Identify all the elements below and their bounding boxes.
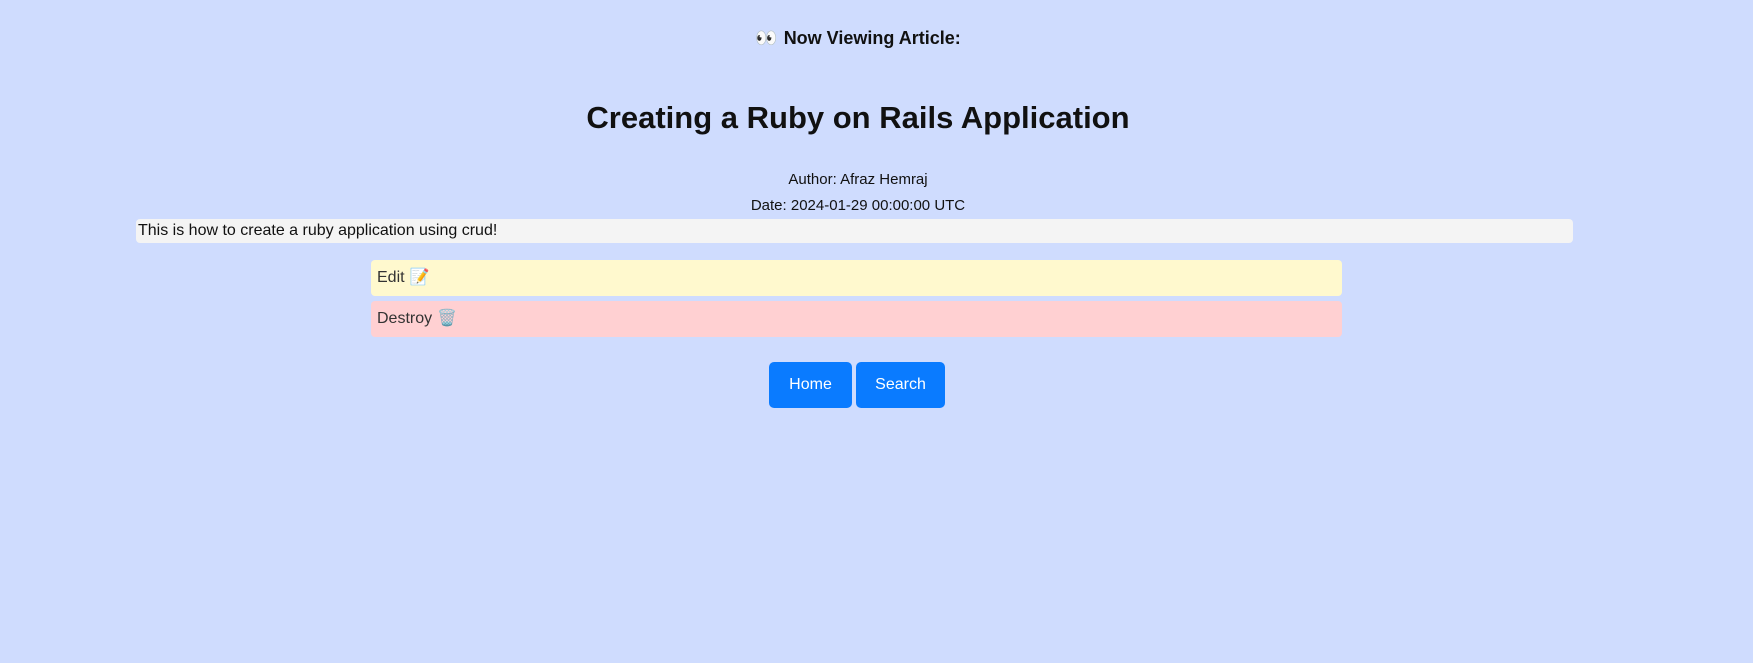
article-body: This is how to create a ruby application… [136, 219, 1573, 243]
home-button[interactable]: Home [769, 362, 852, 408]
eyes-icon: 👀 [755, 28, 778, 48]
destroy-link[interactable]: Destroy 🗑️ [371, 301, 1342, 337]
edit-label: Edit [377, 269, 405, 286]
article-date: Date: 2024-01-29 00:00:00 UTC [750, 197, 966, 214]
article-author: Author: Afraz Hemraj [788, 171, 928, 188]
wastebasket-icon: 🗑️ [437, 310, 458, 327]
article-page: 👀 Now Viewing Article: Creating a Ruby on… [0, 0, 1753, 663]
memo-icon: 📝 [409, 269, 430, 286]
now-viewing-label: Now Viewing Article: [783, 28, 961, 48]
edit-link[interactable]: Edit 📝 [371, 260, 1342, 296]
article-title: Creating a Ruby on Rails Application [586, 100, 1130, 135]
search-button[interactable]: Search [856, 362, 945, 408]
now-viewing-heading: 👀 Now Viewing Article: [0, 28, 1716, 49]
destroy-label: Destroy [377, 310, 433, 327]
